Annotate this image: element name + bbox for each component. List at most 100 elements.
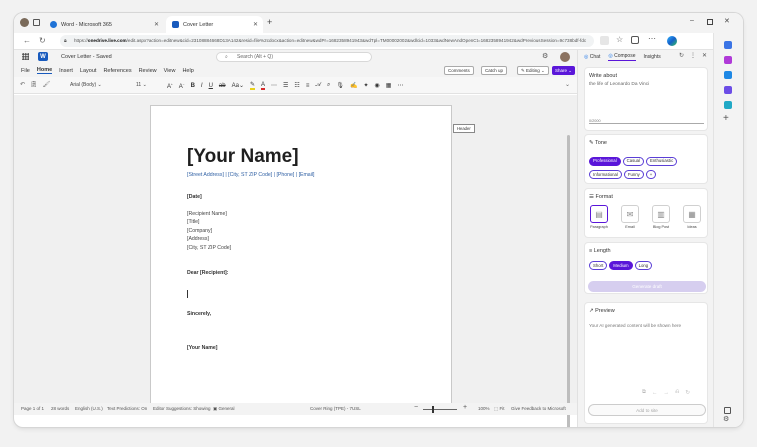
zoom-slider-thumb[interactable]	[432, 406, 434, 413]
menu-item-home[interactable]: Home	[36, 67, 53, 74]
generate-draft-button[interactable]: Generate draft	[588, 281, 706, 292]
doc-address-line[interactable]: [Street Address] | [City, ST ZIP Code] |…	[187, 172, 314, 178]
extension-icon[interactable]	[600, 36, 609, 45]
font-size-select[interactable]: 11 ⌄	[136, 81, 156, 90]
forward-arrow-icon[interactable]: →	[663, 390, 669, 396]
bold-icon[interactable]: B	[191, 83, 195, 89]
sidebar-tools-icon[interactable]	[724, 101, 732, 109]
refresh-icon[interactable]: ↻	[679, 52, 684, 59]
styles-icon[interactable]: 𝒜	[315, 82, 321, 89]
regenerate-icon[interactable]: ↻	[685, 390, 690, 396]
recipient-line[interactable]: [Address]	[187, 235, 231, 243]
editor-icon[interactable]: ✍	[350, 82, 357, 89]
fit-button[interactable]: ⬚ Fit	[494, 406, 505, 412]
page-count[interactable]: Page 1 of 1	[21, 406, 44, 411]
minimize-button[interactable]: –	[690, 17, 694, 24]
doc-closing[interactable]: Sincerely,	[187, 311, 211, 317]
italic-icon[interactable]: I	[201, 83, 203, 89]
length-chip-medium[interactable]: Medium	[609, 261, 633, 270]
menu-item-file[interactable]: File	[21, 68, 30, 74]
tab-word[interactable]: Word - Microsoft 365 ✕	[44, 16, 164, 33]
zoom-out-button[interactable]: −	[414, 404, 418, 411]
sidebar-layout-icon[interactable]	[724, 407, 731, 414]
refresh-icon[interactable]: ↻	[39, 36, 46, 45]
font-color-icon[interactable]: A	[261, 82, 266, 90]
thumbs-down-icon[interactable]: ⎌	[675, 389, 679, 396]
tone-chip-professional[interactable]: Professional	[589, 156, 621, 166]
length-chip-long[interactable]: Long	[634, 261, 653, 270]
close-tab-icon[interactable]: ✕	[154, 21, 159, 28]
close-window-button[interactable]: ✕	[724, 17, 730, 25]
menu-item-insert[interactable]: Insert	[59, 68, 73, 74]
format-option-email[interactable]: ✉ Email	[619, 205, 641, 229]
doc-recipient-block[interactable]: [Recipient Name] [Title] [Company] [Address…	[187, 210, 231, 252]
more-options-icon[interactable]: ⋯	[397, 82, 403, 89]
zoom-in-button[interactable]: +	[463, 404, 467, 411]
menu-item-review[interactable]: Review	[139, 68, 157, 74]
sidebar-outlook-icon[interactable]	[724, 71, 732, 79]
doc-date[interactable]: [Date]	[187, 194, 202, 200]
underline-icon[interactable]: U	[209, 83, 213, 89]
recipient-line[interactable]: [Recipient Name]	[187, 210, 231, 218]
tone-chip-casual[interactable]: Casual	[622, 156, 645, 166]
tab-compose[interactable]: ◎ Compose	[608, 53, 636, 61]
strikethrough-icon[interactable]: ab	[219, 83, 226, 89]
copy-icon[interactable]: ⧉	[642, 389, 646, 396]
numbering-icon[interactable]: ☷	[294, 82, 299, 89]
format-painter-icon[interactable]: 🖌︎	[43, 81, 51, 88]
more-vertical-icon[interactable]: ⋮	[690, 52, 696, 59]
comments-button[interactable]: Comments	[444, 66, 474, 75]
table-icon[interactable]: ▦	[386, 82, 392, 89]
add-tone-button[interactable]: +	[645, 170, 657, 179]
format-option-blog-post[interactable]: ▥ Blog Post	[650, 205, 672, 229]
close-icon[interactable]: ✕	[702, 52, 707, 59]
menu-item-layout[interactable]: Layout	[80, 68, 97, 74]
highlight-icon[interactable]: ✎	[249, 81, 256, 90]
sidebar-add-icon[interactable]: +	[723, 113, 729, 124]
scrollbar[interactable]	[567, 135, 570, 427]
shrink-font-icon[interactable]: A−	[179, 82, 185, 90]
add-to-site-button[interactable]: Add to site	[588, 404, 706, 416]
ribbon-collapse-icon[interactable]: ⌄	[565, 81, 570, 88]
new-tab-button[interactable]: +	[267, 17, 272, 27]
tone-chip-enthusiastic[interactable]: Enthusiastic	[646, 156, 678, 166]
menu-item-help[interactable]: Help	[182, 68, 193, 74]
tone-chip-funny[interactable]: Funny	[623, 170, 644, 179]
collections-icon[interactable]	[631, 36, 639, 44]
doc-signature[interactable]: [Your Name]	[187, 345, 217, 351]
font-name-select[interactable]: Arial (Body) ⌄	[70, 81, 132, 90]
write-about-input[interactable]: the life of Leonardo Da Vinci	[589, 82, 704, 122]
dictate-icon[interactable]: 🎙︎	[336, 82, 344, 89]
back-arrow-icon[interactable]: ←	[652, 390, 658, 396]
text-predictions-status[interactable]: Text Predictions: On	[107, 406, 147, 411]
workspaces-icon[interactable]	[33, 19, 40, 26]
format-option-paragraph[interactable]: ▤ Paragraph	[588, 205, 610, 229]
sidebar-games-icon[interactable]	[724, 86, 732, 94]
recipient-line[interactable]: [Company]	[187, 227, 231, 235]
word-count[interactable]: 28 words	[51, 406, 69, 411]
avatar[interactable]	[560, 52, 570, 62]
document-page[interactable]: [Your Name] [Street Address] | [City, ST…	[150, 105, 452, 405]
editor-suggestions-status[interactable]: Editor Suggestions: Showing	[153, 406, 211, 411]
recipient-line[interactable]: [City, ST ZIP Code]	[187, 244, 231, 252]
sensitivity-label[interactable]: ▣ General	[213, 406, 235, 412]
profile-avatar[interactable]	[20, 18, 29, 27]
doc-salutation[interactable]: Dear [Recipient]:	[187, 270, 229, 276]
more-options-icon[interactable]: ⋯	[648, 34, 656, 43]
app-launcher-icon[interactable]	[22, 53, 29, 60]
sidebar-search-icon[interactable]	[724, 41, 732, 49]
copilot-ribbon-icon[interactable]: ◉	[375, 82, 380, 89]
url-field[interactable]: 🔒︎ https://onedrive.live.com/edit.aspx?a…	[60, 35, 594, 47]
maximize-button[interactable]	[707, 19, 713, 25]
catch-up-button[interactable]: Catch up	[481, 66, 508, 75]
menu-item-references[interactable]: References	[103, 68, 131, 74]
sidebar-shopping-icon[interactable]	[724, 56, 732, 64]
zoom-slider[interactable]	[423, 406, 457, 413]
back-icon[interactable]: ←	[23, 36, 31, 45]
close-tab-icon[interactable]: ✕	[253, 21, 258, 28]
length-chip-short[interactable]: Short	[589, 261, 608, 270]
grow-font-icon[interactable]: A+	[167, 82, 173, 90]
paste-icon[interactable]: 📋︎	[30, 81, 38, 88]
align-icon[interactable]: ≡	[306, 83, 310, 89]
bullets-icon[interactable]: ☰	[283, 82, 288, 89]
